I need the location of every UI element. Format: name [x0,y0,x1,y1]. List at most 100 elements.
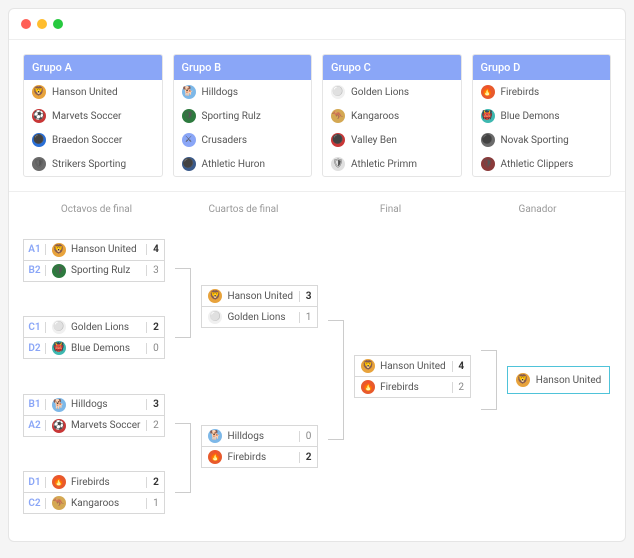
match-row[interactable]: 🔥 Firebirds 2 [201,446,318,468]
group-team-row[interactable]: ⚫ Athletic Huron [174,152,312,176]
seed-label: B2 [24,265,46,276]
seed-label: B1 [24,399,46,410]
team-name: Firebirds [227,452,266,463]
score: 2 [146,420,164,431]
group-team-row[interactable]: 🦘Kangaroos [323,104,461,128]
team-name: Crusaders [202,135,248,146]
team-icon: 🛡 [52,264,66,278]
score: 3 [299,291,317,302]
group-card: Grupo B🐕Hilldogs🛡Sporting Rulz⚔Crusaders… [173,54,313,177]
team-icon: 🦘 [52,496,66,510]
team-name: Blue Demons [71,343,130,354]
match-row[interactable]: 🦁Hanson United4 [354,355,471,377]
close-icon[interactable] [21,19,31,29]
group-team-row[interactable]: ⚽ Marvets Soccer [24,104,162,128]
team-icon: ⚪ [331,85,345,99]
group-team-row[interactable]: 🔥 Firebirds [473,80,611,104]
score: 2 [146,477,164,488]
match-row[interactable]: 🦁Hanson United3 [201,285,318,307]
app-window: Grupo A 🦁 Hanson United ⚽ Marvets Soccer ⚫Bra… [8,8,626,542]
group-team-row[interactable]: ⚔Crusaders [174,128,312,152]
match-row[interactable]: C2🦘Kangaroos1 [23,492,165,514]
minimize-icon[interactable] [37,19,47,29]
match-row[interactable]: D2👹Blue Demons0 [23,337,165,359]
stage-label: Octavos de final [23,204,170,215]
score: 2 [299,452,317,463]
team-name: Hanson United [71,244,137,255]
group-team-row[interactable]: ⚫Braedon Soccer [24,128,162,152]
match: 🐕 Hilldogs 0 🔥 Firebirds 2 [201,425,318,467]
team-name: Marvets Soccer [52,111,121,122]
group-title: Grupo A [24,55,162,80]
match: B1🐕Hilldogs3A2⚽Marvets Soccer2 [23,394,165,436]
team-icon: 👹 [52,341,66,355]
match-row[interactable]: A1🦁Hanson United4 [23,239,165,261]
match-row[interactable]: ⚪ Golden Lions 1 [201,306,318,328]
group-team-row[interactable]: ⚪Golden Lions [323,80,461,104]
team-icon: ⚪ [52,320,66,334]
group-team-row[interactable]: 🛡 Athletic Clippers [473,152,611,176]
team-name: Hilldogs [202,87,239,98]
score: 2 [452,382,470,393]
team-name: Sporting Rulz [71,265,130,276]
winner-name: Hanson United [536,375,602,386]
group-title: Grupo B [174,55,312,80]
team-icon: 🐕 [208,429,222,443]
groups-section: Grupo A 🦁 Hanson United ⚽ Marvets Soccer ⚫Bra… [9,40,625,192]
match-row[interactable]: B1🐕Hilldogs3 [23,394,165,416]
score: 4 [146,244,164,255]
group-team-row[interactable]: 🦁 Hanson United [24,80,162,104]
match-row[interactable]: 🔥Firebirds2 [354,376,471,398]
seed-label: A1 [24,244,46,255]
score: 0 [299,431,317,442]
team-icon: 🔥 [208,450,222,464]
team-name: Valley Ben [351,135,397,146]
team-icon: ⚽ [32,109,46,123]
match-row[interactable]: B2 🛡 Sporting Rulz 3 [23,260,165,282]
match-row[interactable]: A2⚽Marvets Soccer2 [23,415,165,437]
final-column: 🦁Hanson United4🔥Firebirds2 [354,280,471,480]
group-team-row[interactable]: ⚫Valley Ben [323,128,461,152]
group-card: Grupo D🔥Firebirds👹Blue Demons⚫Novak Spor… [472,54,612,177]
team-icon: 🛡 [182,109,196,123]
seed-label: C2 [24,498,46,509]
team-name: Athletic Huron [202,159,266,170]
maximize-icon[interactable] [53,19,63,29]
match: 🦁Hanson United4🔥Firebirds2 [354,355,471,397]
team-icon: ⚫ [182,157,196,171]
match: D1🔥Firebirds2C2🦘Kangaroos1 [23,471,165,513]
group-team-row[interactable]: 🛡Strikers Sporting [24,152,162,176]
match-row[interactable]: D1🔥Firebirds2 [23,471,165,493]
team-icon: ⚪ [208,310,222,324]
team-icon: 🛡 [481,157,495,171]
team-name: Kangaroos [71,498,119,509]
team-name: Hanson United [52,87,118,98]
seed-label: D2 [24,343,46,354]
team-icon: 🦁 [32,85,46,99]
team-icon: 🔥 [52,475,66,489]
score: 1 [299,312,317,323]
team-name: Blue Demons [501,111,560,122]
group-team-row[interactable]: ⚫Novak Sporting [473,128,611,152]
team-name: Hilldogs [227,431,264,442]
seed-label: A2 [24,420,46,431]
group-team-row[interactable]: 🐕Hilldogs [174,80,312,104]
group-team-row[interactable]: 👹Blue Demons [473,104,611,128]
match-row[interactable]: 🐕 Hilldogs 0 [201,425,318,447]
match: 🦁Hanson United3⚪Golden Lions1 [201,285,318,327]
team-name: Athletic Clippers [501,159,574,170]
score: 3 [146,265,164,276]
team-name: Firebirds [501,87,540,98]
team-name: Golden Lions [227,312,285,323]
team-icon: 🔥 [361,380,375,394]
team-icon: 🔥 [481,85,495,99]
team-name: Hanson United [227,291,293,302]
match: A1🦁Hanson United4B2🛡Sporting Rulz3 [23,239,165,281]
group-team-row[interactable]: 🛡Sporting Rulz [174,104,312,128]
group-team-row[interactable]: 🛡Athletic Primm [323,152,461,176]
titlebar [9,9,625,40]
seed-label: C1 [24,322,46,333]
stage-headers: Octavos de final Cuartos de final Final … [23,204,611,215]
group-title: Grupo C [323,55,461,80]
match-row[interactable]: C1⚪Golden Lions2 [23,316,165,338]
